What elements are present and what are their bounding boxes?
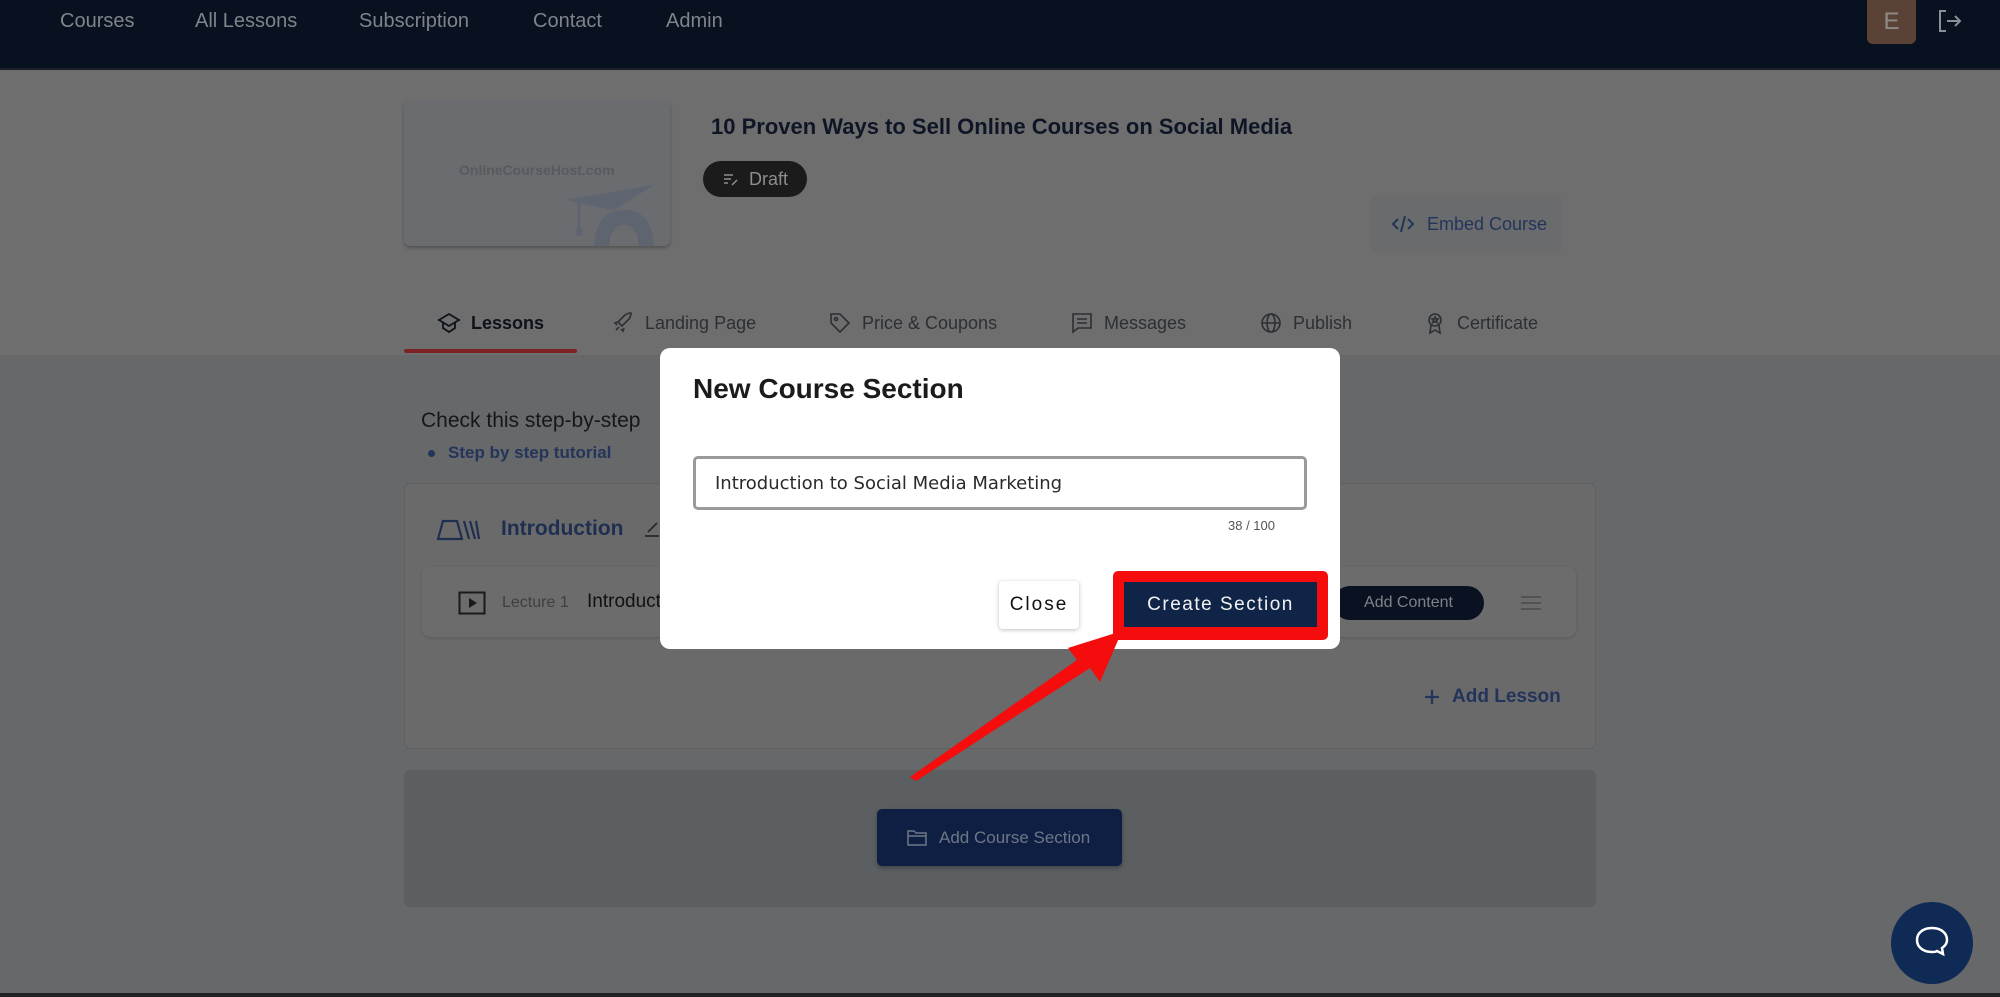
character-counter: 38 / 100 xyxy=(1228,518,1275,533)
add-lesson-label: Add Lesson xyxy=(1452,686,1561,707)
bottom-edge xyxy=(0,993,2000,997)
draft-edit-icon xyxy=(724,174,738,186)
message-icon xyxy=(1072,313,1092,334)
nav-subscription[interactable]: Subscription xyxy=(359,10,469,33)
embed-course-button[interactable]: Embed Course xyxy=(1371,196,1563,252)
section-books-icon xyxy=(436,519,480,541)
video-play-icon xyxy=(458,591,486,615)
chat-icon xyxy=(1915,926,1949,957)
nav-all-lessons[interactable]: All Lessons xyxy=(195,10,297,33)
tab-messages[interactable]: Messages xyxy=(1070,308,1186,338)
section-title: Introduction xyxy=(501,517,624,540)
active-tab-indicator xyxy=(404,349,577,353)
course-title: 10 Proven Ways to Sell Online Courses on… xyxy=(711,114,1293,139)
tab-lessons-label: Lessons xyxy=(471,312,545,333)
folder-icon xyxy=(907,830,927,846)
tab-lessons[interactable]: Lessons xyxy=(437,308,544,338)
section-name-input[interactable] xyxy=(693,456,1307,510)
tab-messages-label: Messages xyxy=(1104,312,1187,333)
edit-pencil-icon[interactable] xyxy=(645,518,659,538)
lecture-title[interactable]: Introduct xyxy=(587,591,661,613)
add-course-section-button[interactable]: Add Course Section xyxy=(877,809,1122,866)
logout-icon[interactable] xyxy=(1937,8,1963,34)
nav-contact[interactable]: Contact xyxy=(533,10,602,33)
award-icon xyxy=(1428,313,1442,335)
embed-course-label: Embed Course xyxy=(1427,214,1548,234)
add-content-button[interactable]: Add Content xyxy=(1333,586,1484,620)
avatar[interactable]: E xyxy=(1867,0,1916,44)
plus-icon xyxy=(1425,690,1439,704)
rocket-icon xyxy=(613,312,632,333)
tab-price-coupons[interactable]: Price & Coupons xyxy=(828,308,997,338)
tab-landing-page-label: Landing Page xyxy=(645,312,757,333)
bullet xyxy=(428,450,435,457)
course-header xyxy=(0,70,2000,355)
graduation-cap-watermark-icon xyxy=(564,185,654,246)
top-navbar: Courses All Lessons Subscription Contact… xyxy=(0,0,2000,70)
status-badge-label: Draft xyxy=(749,169,789,189)
code-icon xyxy=(1391,215,1415,233)
support-chat-button[interactable] xyxy=(1891,902,1973,984)
tab-price-coupons-label: Price & Coupons xyxy=(862,312,998,333)
create-section-button[interactable]: Create Section xyxy=(1124,582,1317,627)
nav-admin[interactable]: Admin xyxy=(666,10,723,33)
globe-icon xyxy=(1261,313,1281,333)
tab-publish[interactable]: Publish xyxy=(1259,308,1352,338)
tab-certificate[interactable]: Certificate xyxy=(1423,308,1538,338)
lecture-number: Lecture 1 xyxy=(502,594,569,611)
tab-landing-page[interactable]: Landing Page xyxy=(611,308,756,338)
course-thumbnail[interactable]: OnlineCourseHost.com xyxy=(404,100,670,246)
drag-handle-icon[interactable] xyxy=(1520,594,1542,612)
tab-publish-label: Publish xyxy=(1293,312,1353,333)
thumbnail-logo-text: OnlineCourseHost.com xyxy=(459,162,615,178)
close-button[interactable]: Close xyxy=(999,581,1079,629)
add-lesson-button[interactable]: Add Lesson xyxy=(1424,686,1561,708)
tag-icon xyxy=(830,313,851,334)
help-text: Check this step-by-step xyxy=(421,409,641,432)
tab-certificate-label: Certificate xyxy=(1457,312,1539,333)
graduation-cap-icon xyxy=(437,312,461,334)
status-badge[interactable]: Draft xyxy=(703,161,807,197)
nav-courses[interactable]: Courses xyxy=(60,10,134,33)
tutorial-link[interactable]: Step by step tutorial xyxy=(448,443,611,463)
add-course-section-label: Add Course Section xyxy=(939,828,1091,847)
modal-title: New Course Section xyxy=(693,373,964,404)
